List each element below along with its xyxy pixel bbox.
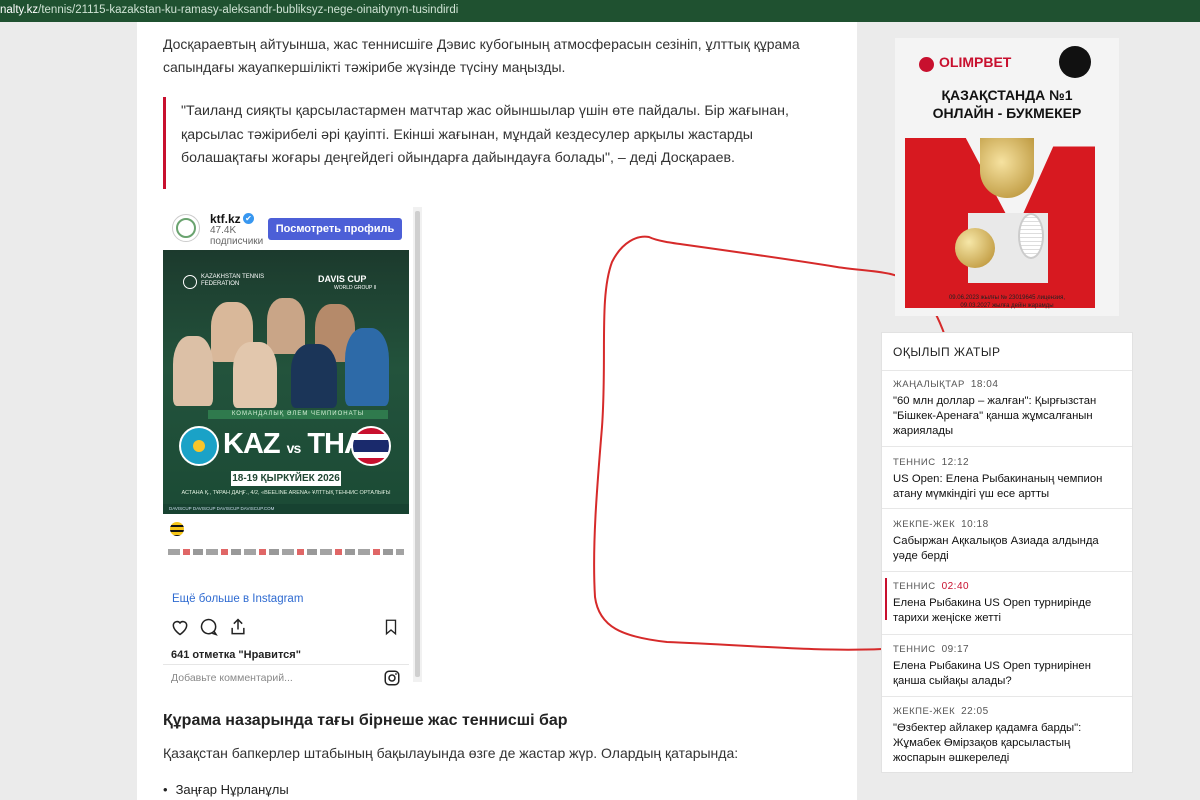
match-date: 18-19 ҚЫРКҮЙЕК 2026	[231, 471, 341, 486]
url-text: nalty.kz/tennis/21115-kazakstan-ku-ramas…	[0, 4, 458, 16]
quote-text: "Таиланд сияқты қарсыластармен матчтар ж…	[181, 103, 789, 166]
post-actions	[163, 617, 409, 641]
comment-icon[interactable]	[199, 617, 219, 642]
instagram-icon[interactable]	[383, 669, 401, 692]
davis-cup-label: DAVIS CUP	[318, 274, 367, 284]
news-title[interactable]: Елена Рыбакина US Open турнирінен қанша …	[893, 659, 1125, 689]
divider	[882, 634, 1132, 635]
url-host: nalty.kz	[0, 4, 39, 16]
news-title[interactable]: Сабыржан Ақкалықов Азиада алдында уәде б…	[893, 534, 1125, 564]
reading-now-widget: ОҚЫЛЫП ЖАТЫР ЖАҢАЛЫҚТАР 18:04 "60 млн дол…	[881, 332, 1133, 773]
divider	[882, 571, 1132, 572]
follower-count: 47.4K подписчики	[210, 225, 264, 247]
list-item: Заңғар Нұрланұлы	[163, 782, 289, 797]
article-body: Досқараевтың айтуынша, жас теннисшіге Дэ…	[137, 22, 969, 800]
divider	[882, 370, 1132, 371]
award-badge-icon	[1059, 46, 1091, 78]
scrollbar-thumb[interactable]	[415, 211, 420, 677]
news-meta: ТЕННИС 02:40	[893, 581, 970, 592]
address-bar[interactable]: nalty.kz/tennis/21115-kazakstan-ku-ramas…	[0, 0, 1200, 22]
news-title[interactable]: "60 млн доллар – жалған": Қырғызстан "Бі…	[893, 394, 1125, 439]
divider	[882, 446, 1132, 447]
sponsor-logos	[163, 514, 409, 559]
section-heading: Құрама назарында тағы бірнеше жас теннис…	[163, 712, 568, 729]
beeline-logo-icon	[170, 522, 184, 536]
news-meta: ЖЕКПЕ-ЖЕК 22:05	[893, 706, 989, 717]
news-meta: ТЕННИС 12:12	[893, 457, 970, 468]
reading-now-title: ОҚЫЛЫП ЖАТЫР	[893, 345, 1001, 359]
share-icon[interactable]	[228, 617, 248, 642]
trophy-icon	[980, 138, 1034, 198]
news-title[interactable]: US Open: Елена Рыбакинаның чемпион атану…	[893, 472, 1125, 502]
social-links: DAVISCUP DAVISCUP DAVISCUP DAVISCUP.COM	[163, 504, 409, 514]
divider	[882, 696, 1132, 697]
blockquote: "Таиланд сияқты қарсыластармен матчтар ж…	[163, 97, 823, 189]
federation-name: KAZAKHSTAN TENNIS FEDERATION	[201, 274, 265, 287]
profile-avatar[interactable]	[172, 214, 200, 242]
news-title[interactable]: "Өзбектер айлакер қадамға барды": Жұмабе…	[893, 721, 1125, 766]
embed-scrollbar[interactable]	[413, 207, 422, 682]
view-profile-button[interactable]: Посмотреть профиль	[268, 218, 402, 240]
sponsor-row	[168, 549, 404, 555]
news-meta: ТЕННИС 09:17	[893, 644, 970, 655]
news-meta: ЖАҢАЛЫҚТАР 18:04	[893, 379, 999, 390]
bookmark-icon[interactable]	[382, 617, 400, 642]
news-title[interactable]: Елена Рыбакина US Open турнирінде тарихи…	[893, 596, 1125, 626]
advertisement-banner[interactable]: OLIMPBET ҚАЗАҚСТАНДА №1 ОНЛАЙН - БУКМЕКЕР…	[895, 38, 1119, 316]
instagram-post-image[interactable]: KAZAKHSTAN TENNIS FEDERATION DAVIS CUP W…	[163, 250, 409, 514]
like-icon[interactable]	[170, 617, 190, 642]
match-title: KAZ vs THA	[223, 428, 365, 460]
kazakhstan-flag-icon	[179, 426, 219, 466]
federation-logo-icon	[183, 275, 197, 289]
championship-band: КОМАНДАЛЫҚ ӘЛЕМ ЧЕМПИОНАТЫ	[208, 410, 388, 419]
ad-brand: OLIMPBET	[939, 54, 1012, 70]
article-paragraph: Досқараевтың айтуынша, жас теннисшіге Дэ…	[163, 36, 800, 75]
tennis-racket-icon	[1018, 213, 1044, 259]
instagram-header: ktf.kz ✔ 47.4K подписчики Посмотреть проф…	[163, 207, 409, 249]
players-photo	[173, 298, 403, 408]
match-venue: АСТАНА Қ., ТҰРАН ДАҢҒ., 4/2, «BEELINE AR…	[181, 490, 391, 496]
instagram-username[interactable]: ktf.kz	[210, 212, 241, 226]
comment-input[interactable]: Добавьте комментарий...	[171, 672, 293, 684]
news-meta: ЖЕКПЕ-ЖЕК 10:18	[893, 519, 989, 530]
more-on-instagram-link[interactable]: Ещё больше в Instagram	[172, 593, 303, 605]
divider	[163, 664, 409, 665]
verified-icon: ✔	[243, 213, 254, 224]
ad-legal-text: 09.06.2023 жылғы № 23019645 лицензия, 09.…	[948, 295, 1066, 309]
url-path: /tennis/21115-kazakstan-ku-ramasy-aleksa…	[38, 4, 459, 16]
like-count: 641 отметка "Нравится"	[171, 649, 301, 661]
davis-cup-group: WORLD GROUP II	[334, 285, 377, 291]
divider	[882, 508, 1132, 509]
soccer-ball-icon	[955, 228, 995, 268]
thailand-flag-icon	[351, 426, 391, 466]
article-paragraph: Қазақстан бапкерлер штабының бақылауында…	[163, 745, 739, 761]
olimpbet-logo-icon	[919, 57, 934, 72]
ad-headline: ҚАЗАҚСТАНДА №1 ОНЛАЙН - БУКМЕКЕР	[932, 87, 1082, 121]
instagram-embed: ktf.kz ✔ 47.4K подписчики Посмотреть проф…	[163, 207, 423, 686]
active-indicator	[885, 578, 887, 620]
